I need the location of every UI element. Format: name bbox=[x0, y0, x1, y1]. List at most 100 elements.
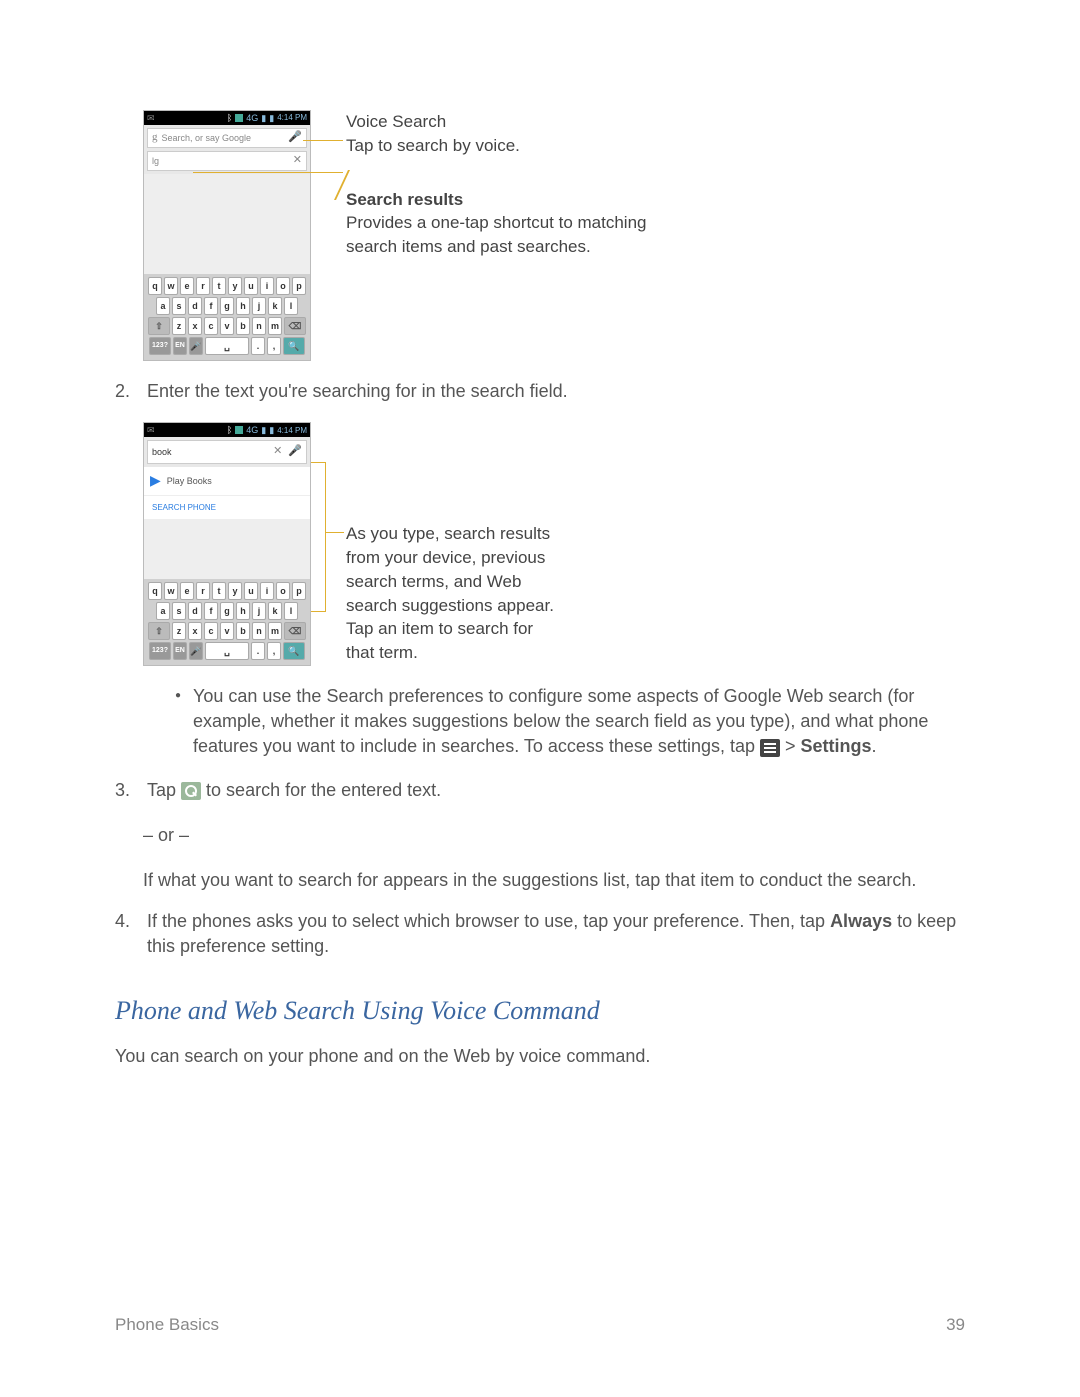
key-backspace[interactable]: ⌫ bbox=[284, 317, 306, 335]
key-shift[interactable]: ⇧ bbox=[148, 622, 170, 640]
clear-icon[interactable]: ✕ bbox=[293, 153, 302, 168]
key-space[interactable]: ␣ bbox=[205, 337, 249, 355]
blank-area bbox=[144, 174, 310, 274]
key-v[interactable]: v bbox=[220, 622, 234, 640]
key-o[interactable]: o bbox=[276, 277, 290, 295]
search-result-row[interactable]: lg ✕ bbox=[147, 151, 307, 171]
mic-icon[interactable]: 🎤 bbox=[288, 444, 302, 459]
bluetooth-icon: ᛒ bbox=[227, 424, 232, 437]
key-e[interactable]: e bbox=[180, 582, 194, 600]
key-o[interactable]: o bbox=[276, 582, 290, 600]
key-l[interactable]: l bbox=[284, 602, 298, 620]
key-l[interactable]: l bbox=[284, 297, 298, 315]
key-i[interactable]: i bbox=[260, 582, 274, 600]
key-z[interactable]: z bbox=[172, 317, 186, 335]
key-f[interactable]: f bbox=[204, 297, 218, 315]
bluetooth-icon: ᛒ bbox=[227, 112, 232, 125]
network-icon bbox=[235, 114, 243, 122]
mic-icon[interactable]: 🎤 bbox=[288, 130, 302, 145]
key-q[interactable]: q bbox=[148, 582, 162, 600]
key-u[interactable]: u bbox=[244, 277, 258, 295]
callout-bracket bbox=[311, 462, 326, 612]
key-n[interactable]: n bbox=[252, 317, 266, 335]
keyboard-2: q w e r t y u i o p a s d f g h bbox=[144, 579, 310, 665]
key-x[interactable]: x bbox=[188, 622, 202, 640]
key-h[interactable]: h bbox=[236, 297, 250, 315]
key-a[interactable]: a bbox=[156, 297, 170, 315]
step-number: 2. bbox=[115, 379, 137, 404]
search-input-row[interactable]: book ✕ 🎤 bbox=[147, 440, 307, 464]
footer-title: Phone Basics bbox=[115, 1313, 219, 1337]
status-bar-2: ✉ ᛒ 4G ▮ ▮ 4:14 PM bbox=[144, 423, 310, 437]
key-b[interactable]: b bbox=[236, 317, 250, 335]
key-j[interactable]: j bbox=[252, 297, 266, 315]
google-search-box[interactable]: g Search, or say Google 🎤 bbox=[147, 128, 307, 148]
key-space[interactable]: ␣ bbox=[205, 642, 249, 660]
key-k[interactable]: k bbox=[268, 602, 282, 620]
key-t[interactable]: t bbox=[212, 582, 226, 600]
key-c[interactable]: c bbox=[204, 317, 218, 335]
play-books-icon: ▶ bbox=[150, 471, 161, 491]
key-f[interactable]: f bbox=[204, 602, 218, 620]
key-period[interactable]: . bbox=[251, 337, 265, 355]
key-comma[interactable]: , bbox=[267, 642, 281, 660]
key-s[interactable]: s bbox=[172, 602, 186, 620]
key-z[interactable]: z bbox=[172, 622, 186, 640]
key-d[interactable]: d bbox=[188, 297, 202, 315]
key-g[interactable]: g bbox=[220, 602, 234, 620]
phone-mockup-2: ✉ ᛒ 4G ▮ ▮ 4:14 PM book ✕ 🎤 ▶ Play Books… bbox=[143, 422, 311, 666]
key-search[interactable]: 🔍 bbox=[283, 642, 305, 660]
key-y[interactable]: y bbox=[228, 277, 242, 295]
key-k[interactable]: k bbox=[268, 297, 282, 315]
key-c[interactable]: c bbox=[204, 622, 218, 640]
key-shift[interactable]: ⇧ bbox=[148, 317, 170, 335]
key-x[interactable]: x bbox=[188, 317, 202, 335]
key-m[interactable]: m bbox=[268, 622, 282, 640]
section-body: You can search on your phone and on the … bbox=[115, 1044, 965, 1069]
suggestion-label: Play Books bbox=[167, 475, 212, 488]
phone-mockup-1: ✉ ᛒ 4G ▮ ▮ 4:14 PM g Search, or say Goog… bbox=[143, 110, 311, 361]
key-a[interactable]: a bbox=[156, 602, 170, 620]
key-w[interactable]: w bbox=[164, 277, 178, 295]
key-d[interactable]: d bbox=[188, 602, 202, 620]
key-j[interactable]: j bbox=[252, 602, 266, 620]
key-s[interactable]: s bbox=[172, 297, 186, 315]
key-n[interactable]: n bbox=[252, 622, 266, 640]
key-y[interactable]: y bbox=[228, 582, 242, 600]
key-p[interactable]: p bbox=[292, 277, 306, 295]
key-g[interactable]: g bbox=[220, 297, 234, 315]
key-b[interactable]: b bbox=[236, 622, 250, 640]
key-comma[interactable]: , bbox=[267, 337, 281, 355]
battery-icon: ▮ bbox=[269, 424, 274, 437]
key-voice[interactable]: 🎤 bbox=[189, 642, 203, 660]
clock: 4:14 PM bbox=[277, 112, 307, 123]
key-t[interactable]: t bbox=[212, 277, 226, 295]
notification-icon: ✉ bbox=[147, 424, 155, 437]
key-w[interactable]: w bbox=[164, 582, 178, 600]
clear-icon[interactable]: ✕ bbox=[273, 444, 282, 459]
key-lang[interactable]: EN bbox=[173, 337, 187, 355]
key-u[interactable]: u bbox=[244, 582, 258, 600]
key-search[interactable]: 🔍 bbox=[283, 337, 305, 355]
key-voice[interactable]: 🎤 bbox=[189, 337, 203, 355]
key-lang[interactable]: EN bbox=[173, 642, 187, 660]
key-i[interactable]: i bbox=[260, 277, 274, 295]
step-2: 2. Enter the text you're searching for i… bbox=[115, 379, 965, 404]
key-symbols[interactable]: 123? bbox=[149, 642, 171, 660]
key-r[interactable]: r bbox=[196, 582, 210, 600]
key-r[interactable]: r bbox=[196, 277, 210, 295]
key-q[interactable]: q bbox=[148, 277, 162, 295]
key-h[interactable]: h bbox=[236, 602, 250, 620]
tap-post: to search for the entered text. bbox=[206, 780, 441, 800]
suggestion-row[interactable]: ▶ Play Books bbox=[144, 467, 310, 496]
typing-results-desc: As you type, search results from your de… bbox=[346, 524, 554, 662]
key-v[interactable]: v bbox=[220, 317, 234, 335]
key-period[interactable]: . bbox=[251, 642, 265, 660]
key-e[interactable]: e bbox=[180, 277, 194, 295]
key-symbols[interactable]: 123? bbox=[149, 337, 171, 355]
key-p[interactable]: p bbox=[292, 582, 306, 600]
key-backspace[interactable]: ⌫ bbox=[284, 622, 306, 640]
data-icon: 4G bbox=[246, 424, 258, 437]
google-g-icon: g bbox=[152, 130, 158, 145]
key-m[interactable]: m bbox=[268, 317, 282, 335]
